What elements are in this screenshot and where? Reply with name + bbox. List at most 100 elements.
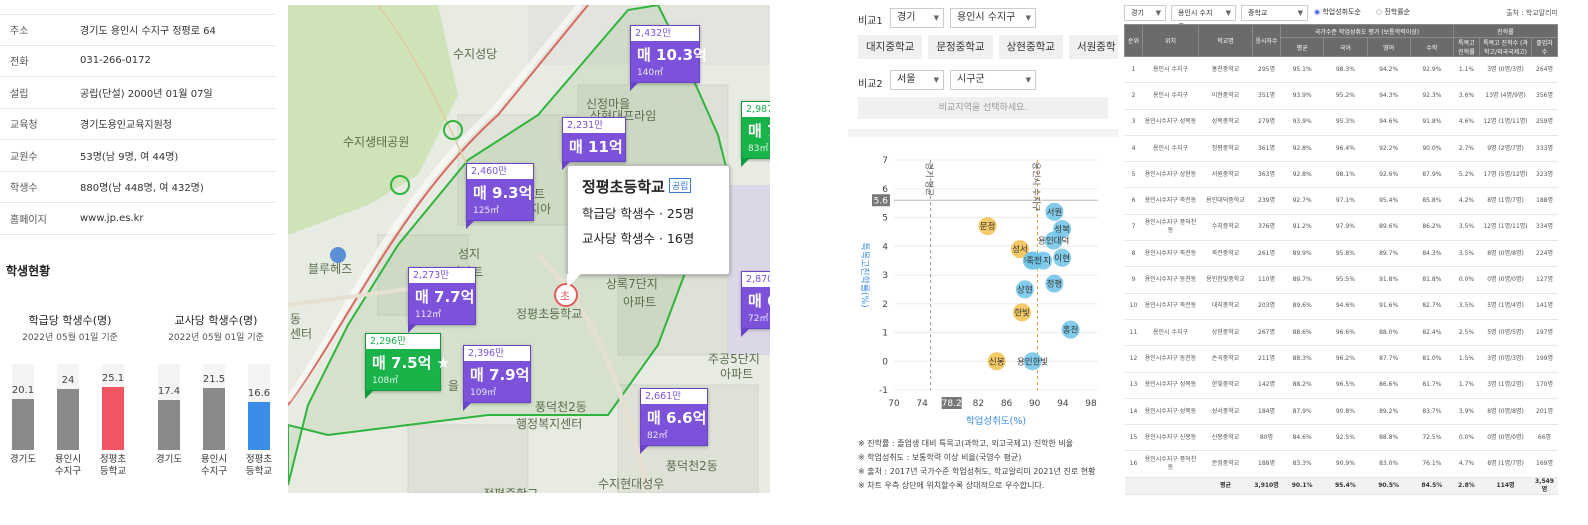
table-cell: 114명: [1479, 477, 1532, 495]
table-cell: 0명 (0명/0명): [1479, 266, 1532, 294]
info-value[interactable]: 031-266-0172: [80, 55, 151, 66]
table-province-select[interactable]: 경기: [1124, 5, 1166, 21]
table-row[interactable]: 3 용인시수지구 성복동 성복중학교 279명 93.9% 95.3% 94.6% 91.8%…: [1124, 109, 1558, 136]
table-cell: 92.8%: [1280, 161, 1324, 189]
table-cell: 76.1%: [1410, 450, 1454, 478]
col-header: 특목고 진학률: [1453, 37, 1480, 57]
map-place-label: 을: [448, 379, 460, 393]
table-cell: 12명 (1명/11명): [1479, 214, 1532, 242]
page: 주소 경기도 용인시 수지구 정평로 64 전화 031-266-0172 설립 공립…: [0, 0, 1588, 525]
compare1-city-select[interactable]: 용인시 수지구: [950, 8, 1036, 28]
table-row[interactable]: 10 용인시수지구 죽전동 대지중학교 203명 89.6% 94.6% 91.6% 82.7…: [1124, 293, 1558, 320]
marker-area: 108㎡: [372, 376, 399, 386]
compare2-city-select[interactable]: 시구군: [950, 70, 1036, 90]
table-row[interactable]: 4 용인시 수지구 정평중학교 361명 92.8% 96.4% 92.2% 90.0% 2.7…: [1124, 135, 1558, 163]
table-cell: 2: [1124, 82, 1143, 110]
info-value: 경기도 용인시 수지구 정평로 64: [80, 26, 216, 38]
table-cell: 88.2%: [1280, 372, 1324, 399]
marker-unit-price: 2,460만: [467, 164, 533, 179]
table-cell: 92.5%: [1323, 424, 1367, 452]
price-marker[interactable]: 2,396만 매 7.9억 109㎡: [463, 345, 531, 411]
price-marker[interactable]: 2,870 매 6 72㎡: [741, 271, 770, 337]
table-cell: 평균: [1198, 477, 1253, 495]
info-row-students: 학생수 880명(남 448명, 여 432명): [0, 172, 276, 203]
school-chip[interactable]: 문정중학교: [928, 35, 993, 59]
table-cell: 81.8%: [1410, 266, 1454, 294]
table-cell: 95.1%: [1280, 56, 1324, 84]
school-chip[interactable]: 상현중학교: [998, 35, 1063, 59]
price-marker[interactable]: 2,460만 매 9.3억 125㎡: [466, 163, 534, 229]
price-marker[interactable]: 2,661만 매 6.6억 82㎡: [640, 388, 708, 454]
bar: [158, 400, 180, 450]
table-cell: 92.9%: [1410, 56, 1454, 84]
table-row[interactable]: 7 용인시수지구 풍덕천동 수지중학교 376명 91.2% 97.9% 89.6% 86.2…: [1124, 214, 1558, 242]
table-row[interactable]: 6 용인시수지구 죽전동 용인대덕중학교 239명 92.7% 97.1% 95.4% 85.…: [1124, 187, 1558, 215]
table-cell: 4.6%: [1453, 109, 1480, 136]
price-marker[interactable]: 2,296만 매 7.5억 ★ 108㎡: [365, 333, 450, 399]
bar: [57, 389, 79, 450]
table-cell: 86.2%: [1410, 214, 1454, 242]
table-cell: 용인시수지구 죽전동: [1142, 240, 1199, 268]
table-row[interactable]: 12 용인시수지구 동천동 손곡중학교 211명 88.3% 96.2% 87.7% 81.0…: [1124, 345, 1558, 373]
map-place-label: 풍덕천2동: [666, 459, 718, 473]
table-cell: 95.4%: [1323, 477, 1367, 495]
marker-price: 매 7.9억: [470, 366, 530, 384]
table-city-select[interactable]: 용인시 수지구: [1171, 5, 1236, 31]
col-header: 영어: [1366, 37, 1411, 57]
table-cell: 92.2%: [1367, 135, 1411, 163]
price-marker[interactable]: 2,273만 매 7.7억 112㎡: [408, 267, 476, 333]
marker-price: 매 9.3억: [473, 184, 533, 202]
table-cell: 89.2%: [1367, 398, 1411, 426]
sort-radio-achievement[interactable]: ◉ 학업성취도순: [1314, 7, 1361, 17]
bar: [203, 388, 225, 450]
table-row[interactable]: 16 용인시수지구 풍덕천동 문정중학교 188명 83.3% 90.9% 83.0% 76.…: [1124, 450, 1558, 478]
compare2-label: 비교2: [858, 79, 883, 90]
table-cell: 대지중학교: [1198, 293, 1253, 320]
table-cell: 수지중학교: [1198, 214, 1253, 242]
price-marker[interactable]: 2,987 매 7 83㎡: [741, 101, 770, 167]
chart-subtitle: 2022년 05월 01일 기준: [22, 333, 118, 343]
chart-subtitle: 2022년 05월 01일 기준: [168, 333, 264, 343]
table-cell: 3.5%: [1453, 293, 1480, 320]
homepage-link[interactable]: www.jp.es.kr: [80, 213, 144, 224]
table-row[interactable]: 14 용인시수지구 성복동 성서중학교 184명 87.9% 90.8% 89.2% 83.7…: [1124, 398, 1558, 426]
radio-checked-icon: ◉: [1314, 8, 1321, 16]
bar-label-line: 등학교: [245, 466, 273, 477]
table-cell: 184명: [1252, 398, 1281, 426]
school-chip[interactable]: 서원중학: [1068, 35, 1118, 59]
table-row[interactable]: 11 용인시 수지구 상현중학교 267명 88.6% 96.6% 88.0% 82.4% 2.…: [1124, 319, 1558, 347]
sort-radio-advance[interactable]: ○ 진학률순: [1376, 7, 1410, 17]
compare1-province-select[interactable]: 경기: [890, 8, 944, 28]
map-place-label: 정평초등학교: [516, 307, 583, 321]
table-row[interactable]: 9 용인시수지구 동천동 용인한빛중학교 110명 89.7% 95.5% 91.8% 81.…: [1124, 266, 1558, 294]
table-level-select[interactable]: 중학교: [1241, 5, 1308, 21]
table-cell: 용인시수지구 죽전동: [1142, 187, 1199, 215]
table-row[interactable]: 1 용인시 수지구 홍천중학교 295명 95.1% 98.3% 94.2% 92.9% 1.1…: [1124, 56, 1558, 84]
y-tick-label: 0: [882, 357, 888, 367]
table-cell: 95.5%: [1323, 266, 1367, 294]
marker-unit-price: 2,396만: [464, 346, 530, 361]
info-row-homepage: 홈페이지 www.jp.es.kr: [0, 203, 276, 235]
table-row[interactable]: 8 용인시수지구 죽전동 죽전중학교 261명 89.9% 95.8% 89.7% 84.3%…: [1124, 240, 1558, 268]
marker-unit-price: 2,432만: [631, 26, 699, 41]
price-marker[interactable]: 2,231만 매 11억: [562, 117, 626, 170]
table-cell: 1.5%: [1453, 345, 1480, 373]
table-row[interactable]: 2 용인시 수지구 이현중학교 351명 93.9% 95.2% 94.3% 92.3% 3.6…: [1124, 82, 1558, 110]
map-place-label: 상록7단지: [606, 277, 658, 291]
footnote: ※ 출처 : 2017년 국가수준 학업성취도, 학교알리미 2021년 진로 …: [858, 467, 1096, 476]
table-cell: 5명 (0명/5명): [1479, 319, 1532, 347]
price-marker[interactable]: 2,432만 매 10.3억 140㎡: [630, 25, 707, 91]
table-cell: 90.5%: [1367, 477, 1411, 495]
table-cell: 3.5%: [1453, 240, 1480, 268]
table-row[interactable]: 13 용인시수지구 성복동 한빛중학교 142명 88.2% 96.5% 86.6% 81.7…: [1124, 372, 1558, 399]
table-row[interactable]: 15 용인시수지구 신봉동 신봉중학교 80명 84.6% 92.5% 88.8% 72.5%…: [1124, 424, 1558, 452]
info-row-phone: 전화 031-266-0172: [0, 46, 276, 77]
table-cell: 서원중학교: [1198, 161, 1253, 189]
table-row[interactable]: 5 용인시수지구 상현동 서원중학교 363명 92.8% 98.1% 92.6% 87.9%…: [1124, 161, 1558, 189]
compare2-province-select[interactable]: 서울: [890, 70, 944, 90]
compare2-placeholder[interactable]: 비교지역을 선택하세요.: [858, 97, 1108, 119]
school-chip[interactable]: 대지중학교: [858, 35, 923, 59]
table-cell: 3.5%: [1453, 214, 1480, 242]
map-view[interactable]: 초 수지성당수지생태공원신정마을블루헤즈성지아파트상록7단지아파트정평초등학교풍…: [288, 5, 770, 493]
section-title: 학생현황: [6, 264, 51, 278]
